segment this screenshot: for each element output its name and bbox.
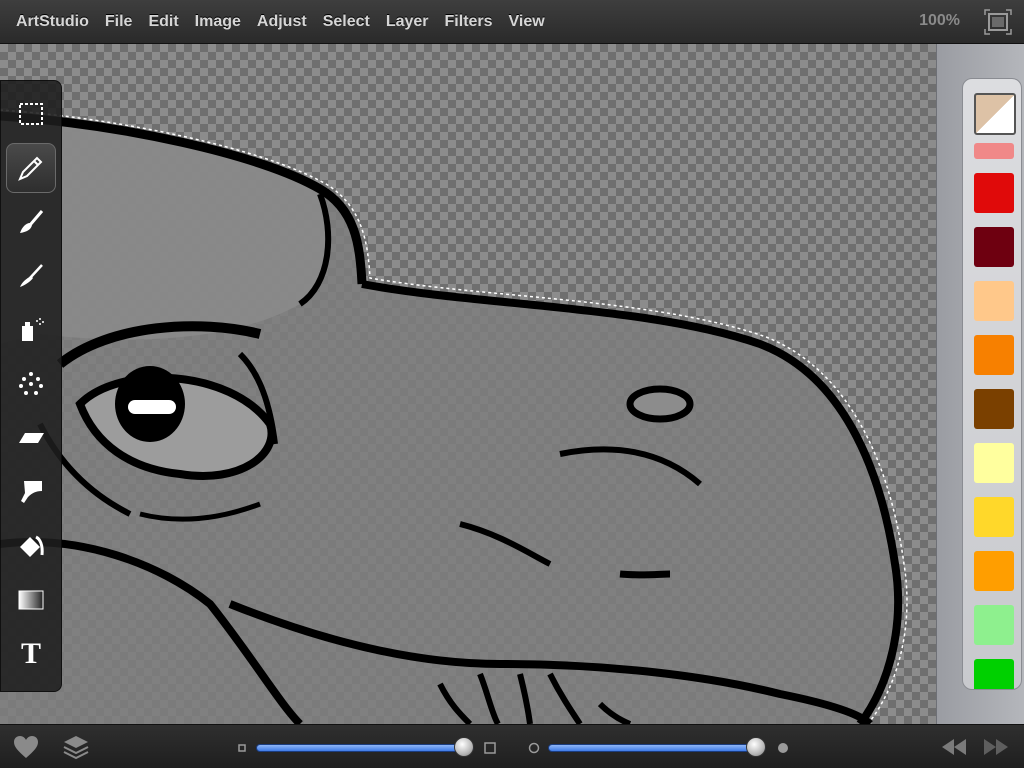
menu-adjust[interactable]: Adjust	[249, 13, 315, 31]
menu-layer[interactable]: Layer	[378, 13, 437, 31]
color-swatch[interactable]	[974, 143, 1014, 159]
opacity-slider-knob[interactable]	[746, 737, 766, 757]
rewind-icon[interactable]	[940, 733, 968, 761]
pencil-icon	[18, 156, 43, 181]
heart-icon[interactable]	[12, 733, 40, 761]
eraser-icon	[19, 433, 44, 443]
size-large-icon	[484, 741, 496, 754]
menu-select[interactable]: Select	[315, 13, 378, 31]
layers-icon[interactable]	[62, 733, 90, 761]
color-palette	[962, 78, 1022, 690]
menu-view[interactable]: View	[501, 13, 553, 31]
size-slider[interactable]	[256, 744, 474, 752]
size-slider-knob[interactable]	[454, 737, 474, 757]
gradient-tool[interactable]	[6, 575, 56, 625]
color-swatch[interactable]	[974, 281, 1014, 321]
drawing-canvas[interactable]	[0, 44, 936, 724]
fill-tool[interactable]	[6, 521, 56, 571]
menu-file[interactable]: File	[97, 13, 141, 31]
menu-bar: ArtStudio File Edit Image Adjust Select …	[0, 0, 1024, 44]
color-swatch[interactable]	[974, 227, 1014, 267]
brush-tool[interactable]	[6, 197, 56, 247]
brush-icon	[20, 210, 44, 233]
tool-palette: T	[0, 80, 62, 692]
size-small-icon	[236, 741, 248, 753]
text-tool[interactable]: T	[6, 629, 56, 679]
zoom-level: 100%	[919, 12, 960, 29]
smudge-icon	[21, 481, 42, 503]
fullscreen-icon[interactable]	[984, 9, 1012, 35]
color-swatch[interactable]	[974, 605, 1014, 645]
artwork	[0, 109, 908, 724]
color-swatch[interactable]	[974, 659, 1014, 689]
menu-artstudio[interactable]: ArtStudio	[0, 13, 97, 31]
color-swatch[interactable]	[974, 173, 1014, 213]
opacity-high-icon	[777, 741, 789, 753]
eraser-tool[interactable]	[6, 413, 56, 463]
color-swatch[interactable]	[974, 389, 1014, 429]
menu-edit[interactable]: Edit	[140, 13, 186, 31]
opacity-low-icon	[528, 741, 540, 754]
fast-forward-icon[interactable]	[982, 733, 1010, 761]
menu-image[interactable]: Image	[187, 13, 249, 31]
selection-tool[interactable]	[6, 89, 56, 139]
opacity-slider[interactable]	[548, 744, 766, 752]
gradient-icon	[18, 590, 44, 610]
color-swatch[interactable]	[974, 335, 1014, 375]
smudge-tool[interactable]	[6, 467, 56, 517]
menu-filters[interactable]: Filters	[437, 13, 501, 31]
spray-tool[interactable]	[6, 305, 56, 355]
color-swatch[interactable]	[974, 551, 1014, 591]
spray-can-icon	[22, 318, 44, 341]
paint-bucket-icon	[20, 535, 44, 557]
color-swatch[interactable]	[974, 443, 1014, 483]
dots-icon	[19, 372, 43, 395]
bottom-bar	[0, 724, 1024, 768]
dots-tool[interactable]	[6, 359, 56, 409]
marquee-icon	[19, 103, 43, 125]
fine-brush-tool[interactable]	[6, 251, 56, 301]
fine-brush-icon	[20, 264, 43, 287]
text-icon: T	[20, 637, 41, 670]
pencil-tool[interactable]	[6, 143, 56, 193]
color-swatch[interactable]	[974, 497, 1014, 537]
current-color-swatch[interactable]	[974, 93, 1016, 135]
